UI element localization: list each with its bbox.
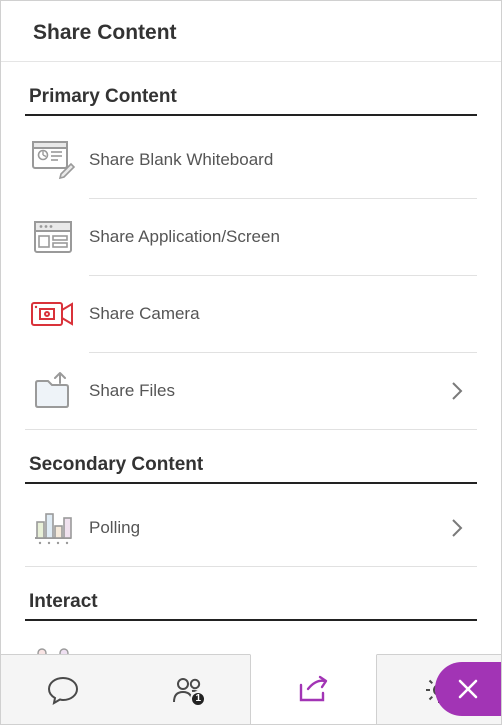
primary-item-list: Share Blank Whiteboard xyxy=(25,122,477,430)
item-label: Share Camera xyxy=(89,304,469,324)
item-share-application[interactable]: Share Application/Screen xyxy=(25,199,477,275)
panel-header: Share Content xyxy=(1,1,501,62)
whiteboard-icon xyxy=(29,138,77,182)
item-label: Share Files xyxy=(89,381,445,401)
close-panel-button[interactable] xyxy=(435,662,501,716)
close-icon xyxy=(456,677,480,701)
section-primary: Primary Content xyxy=(25,86,477,430)
panel-title: Share Content xyxy=(33,21,477,45)
share-icon xyxy=(296,675,330,705)
tab-chat[interactable] xyxy=(1,655,126,724)
item-label: Share Application/Screen xyxy=(89,227,469,247)
chevron-right-icon xyxy=(445,518,469,538)
camera-icon xyxy=(29,292,77,336)
attendees-count-badge: 1 xyxy=(190,691,206,707)
chat-bubble-icon xyxy=(46,674,80,706)
item-share-files[interactable]: Share Files xyxy=(25,353,477,429)
share-content-panel: Share Content Primary Content xyxy=(0,0,502,725)
item-label: Polling xyxy=(89,518,445,538)
item-polling[interactable]: Polling xyxy=(25,490,477,566)
section-interact: Interact xyxy=(25,591,477,654)
bottom-nav-bar: 1 xyxy=(1,654,501,724)
interact-item-list: Breakout Groups xyxy=(25,627,477,654)
chevron-right-icon xyxy=(445,381,469,401)
item-label: Share Blank Whiteboard xyxy=(89,150,469,170)
section-secondary: Secondary Content xyxy=(25,454,477,567)
item-share-camera[interactable]: Share Camera xyxy=(25,276,477,352)
application-window-icon xyxy=(29,215,77,259)
tab-attendees[interactable]: 1 xyxy=(126,655,251,724)
section-heading-interact: Interact xyxy=(25,591,477,621)
section-heading-secondary: Secondary Content xyxy=(25,454,477,484)
polling-chart-icon xyxy=(29,506,77,550)
item-breakout-groups[interactable]: Breakout Groups xyxy=(25,627,477,654)
section-heading-primary: Primary Content xyxy=(25,86,477,116)
item-share-whiteboard[interactable]: Share Blank Whiteboard xyxy=(25,122,477,198)
divider xyxy=(25,566,477,567)
tab-share[interactable] xyxy=(250,654,377,724)
panel-content: Primary Content xyxy=(1,62,501,654)
files-upload-icon xyxy=(29,369,77,413)
secondary-item-list: Polling xyxy=(25,490,477,567)
breakout-groups-icon xyxy=(29,643,77,654)
divider xyxy=(25,429,477,430)
